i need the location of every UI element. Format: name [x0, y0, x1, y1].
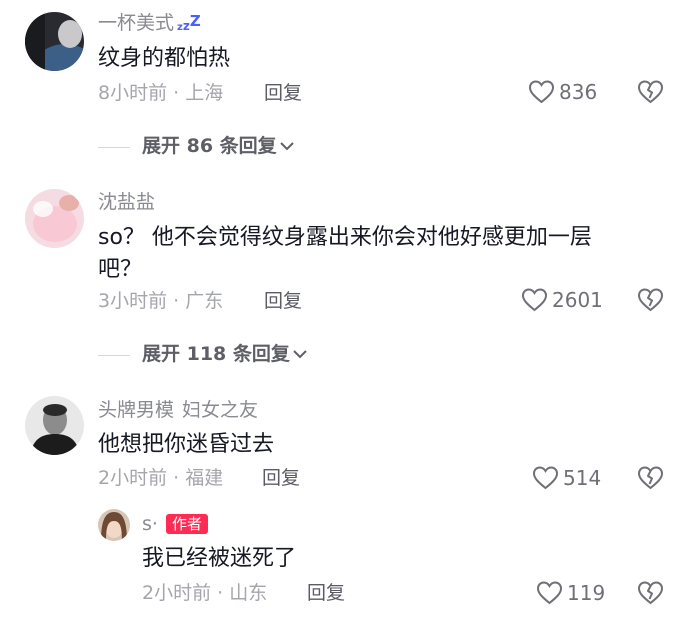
reply-button[interactable]: 回复	[307, 581, 345, 605]
expand-replies-button[interactable]: 展开 118 条回复	[142, 342, 308, 366]
heart-icon	[536, 581, 563, 605]
reply-username[interactable]: s· 作者	[142, 512, 208, 536]
divider	[98, 355, 130, 356]
broken-heart-icon	[637, 80, 664, 104]
chevron-down-icon	[293, 350, 307, 359]
chevron-down-icon	[279, 142, 294, 151]
comment-username[interactable]: 头牌男模 妇女之友	[98, 398, 258, 422]
reply-button[interactable]: 回复	[264, 289, 302, 313]
comment-username[interactable]: 沈盐盐	[98, 190, 155, 214]
user-tag: 妇女之友	[182, 399, 259, 421]
expand-replies-button[interactable]: 展开 86 条回复	[142, 134, 295, 158]
comment-username[interactable]: 一杯美式 zzZ	[98, 11, 201, 35]
author-badge: 作者	[165, 514, 208, 534]
comment-text-line[interactable]: so？ 他不会觉得纹身露出来你会对他好感更加一层	[98, 221, 592, 254]
reply-location: 山东	[229, 582, 268, 604]
like-count: 119	[567, 580, 606, 605]
comment-text[interactable]: 纹身的都怕热	[98, 42, 230, 75]
reply-meta: 2小时前 · 山东	[142, 582, 268, 604]
heart-icon	[532, 466, 559, 490]
comment-location: 福建	[185, 467, 224, 489]
like-count: 514	[563, 465, 602, 490]
divider	[98, 147, 130, 148]
comment-text[interactable]: 他想把你迷昏过去	[98, 428, 274, 461]
comment-time: 3小时前	[98, 290, 168, 312]
broken-heart-icon	[637, 466, 664, 490]
like-button[interactable]: 2601	[521, 287, 603, 312]
dislike-button[interactable]	[637, 580, 664, 609]
like-count: 2601	[552, 287, 603, 312]
avatar[interactable]	[25, 12, 84, 71]
dislike-button[interactable]	[637, 287, 664, 316]
comment-time: 8小时前	[98, 82, 168, 104]
heart-icon	[528, 80, 555, 104]
comment-text-line[interactable]: 吧？	[98, 253, 142, 286]
dislike-button[interactable]	[637, 79, 664, 108]
avatar[interactable]	[98, 509, 130, 541]
dislike-button[interactable]	[637, 465, 664, 494]
like-button[interactable]: 836	[528, 79, 597, 104]
sleep-icon: zzZ	[177, 12, 201, 34]
heart-icon	[521, 288, 548, 312]
comment-location: 上海	[185, 82, 224, 104]
reply-text[interactable]: 我已经被迷死了	[142, 542, 296, 575]
avatar[interactable]	[25, 189, 84, 248]
like-button[interactable]: 514	[532, 465, 601, 490]
comment-location: 广东	[185, 290, 224, 312]
like-button[interactable]: 119	[536, 580, 605, 605]
reply-button[interactable]: 回复	[262, 466, 300, 490]
comment-meta: 8小时前 · 上海	[98, 82, 224, 104]
comment-time: 2小时前	[98, 467, 168, 489]
comment-meta: 2小时前 · 福建	[98, 467, 224, 489]
broken-heart-icon	[637, 288, 664, 312]
like-count: 836	[559, 79, 598, 104]
avatar[interactable]	[25, 396, 84, 455]
comment-meta: 3小时前 · 广东	[98, 290, 224, 312]
reply-button[interactable]: 回复	[264, 81, 302, 105]
reply-time: 2小时前	[142, 582, 212, 604]
broken-heart-icon	[637, 581, 664, 605]
